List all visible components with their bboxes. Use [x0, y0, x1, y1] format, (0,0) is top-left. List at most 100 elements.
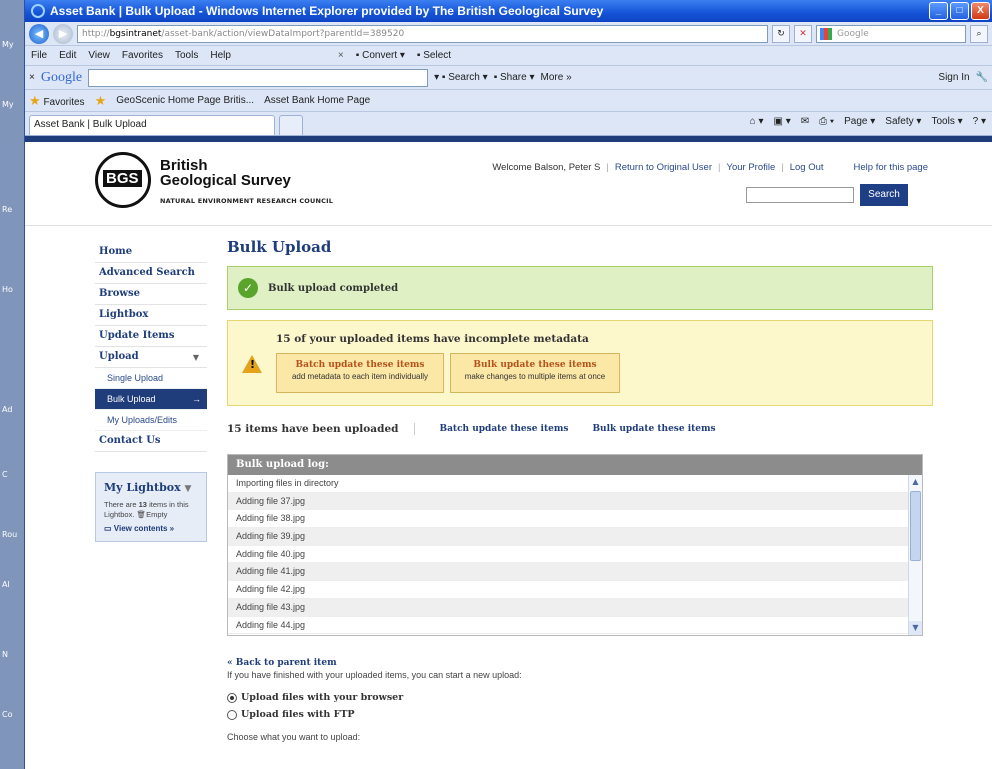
- close-toolbar-icon[interactable]: ×: [338, 50, 344, 61]
- radio-unselected-icon[interactable]: [227, 709, 237, 720]
- chevron-down-icon: ▼: [192, 352, 199, 362]
- home-icon[interactable]: ⌂ ▾: [750, 116, 764, 127]
- scroll-down-icon[interactable]: ▼: [909, 621, 922, 635]
- bgs-logo-icon[interactable]: [95, 152, 151, 208]
- user-links: Welcome Balson, Peter S | Return to Orig…: [492, 162, 928, 173]
- page-title: Bulk Upload: [227, 238, 332, 256]
- google-search-input[interactable]: [88, 68, 429, 87]
- star-icon: ★: [29, 92, 41, 108]
- site-search-input[interactable]: [746, 187, 854, 203]
- forward-icon[interactable]: ▶: [53, 23, 73, 44]
- scroll-thumb[interactable]: [910, 491, 921, 561]
- radio-selected-icon[interactable]: [227, 692, 237, 703]
- maximize-button[interactable]: □: [950, 2, 969, 20]
- radio-upload-ftp[interactable]: Upload files with FTP: [227, 709, 933, 720]
- bulk-update-button[interactable]: Bulk update these items make changes to …: [450, 353, 620, 393]
- add-favorites-icon[interactable]: ★: [95, 93, 107, 109]
- upload-log: Bulk upload log: Importing files in dire…: [227, 454, 923, 636]
- window-titlebar[interactable]: Asset Bank | Bulk Upload - Windows Inter…: [25, 0, 992, 22]
- minimize-button[interactable]: _: [929, 2, 948, 20]
- menu-tools[interactable]: Tools: [175, 50, 198, 61]
- google-search-label: Search: [448, 72, 480, 83]
- your-profile-link[interactable]: Your Profile: [726, 162, 775, 173]
- page-menu[interactable]: Page ▾: [844, 116, 875, 127]
- metadata-warning: 15 of your uploaded items have incomplet…: [227, 320, 933, 406]
- favorite-link-asset-bank[interactable]: Asset Bank Home Page: [264, 95, 370, 106]
- print-icon[interactable]: ⎙ ▾: [819, 116, 834, 127]
- wrench-icon[interactable]: 🔧: [976, 72, 988, 83]
- return-to-user-link[interactable]: Return to Original User: [615, 162, 712, 173]
- nav-home[interactable]: Home: [95, 242, 207, 263]
- log-row: Adding file 41.jpg: [228, 563, 922, 582]
- menu-help[interactable]: Help: [210, 50, 231, 61]
- log-out-link[interactable]: Log Out: [790, 162, 824, 173]
- favorite-link-geoscenic[interactable]: GeoScenic Home Page Britis...: [116, 95, 254, 106]
- bulk-update-link[interactable]: Bulk update these items: [592, 424, 715, 434]
- log-scrollbar[interactable]: ▲ ▼: [908, 475, 922, 635]
- batch-update-button[interactable]: Batch update these items add metadata to…: [276, 353, 444, 393]
- safety-menu-label: Safety: [885, 116, 914, 127]
- log-body[interactable]: Importing files in directory Adding file…: [228, 475, 922, 635]
- sidebar-nav: Home Advanced Search Browse Lightbox Upd…: [95, 242, 207, 542]
- log-row: Adding file 38.jpg: [228, 510, 922, 529]
- url-field[interactable]: http://bgsintranet/asset-bank/action/vie…: [77, 24, 768, 43]
- empty-lightbox-label: Empty: [146, 510, 168, 519]
- desktop-icon-label: Ad: [2, 405, 13, 414]
- nav-advanced-search[interactable]: Advanced Search: [95, 263, 207, 284]
- close-google-toolbar-icon[interactable]: ×: [29, 72, 35, 83]
- google-search-button[interactable]: ▾ ▪ Search ▾: [434, 72, 488, 83]
- help-icon[interactable]: ? ▾: [973, 116, 986, 127]
- nav-my-uploads[interactable]: My Uploads/Edits: [95, 410, 207, 431]
- close-button[interactable]: X: [971, 2, 990, 20]
- scroll-up-icon[interactable]: ▲: [909, 475, 922, 489]
- favorites-button[interactable]: ★ Favorites: [29, 93, 85, 109]
- search-icon[interactable]: ⌕: [970, 24, 988, 43]
- mail-icon[interactable]: ✉: [801, 116, 809, 127]
- safety-menu[interactable]: Safety ▾: [885, 116, 921, 127]
- select-button[interactable]: ▪ Select: [417, 50, 451, 61]
- log-title: Bulk upload log:: [228, 455, 922, 475]
- google-share-button[interactable]: ▪ Share ▾: [494, 72, 535, 83]
- back-to-parent-link[interactable]: « Back to parent item: [227, 658, 933, 668]
- browser-search-input[interactable]: Google: [816, 24, 966, 43]
- favorites-label: Favorites: [43, 96, 85, 108]
- site-header: British Geological Survey NATURAL ENVIRO…: [25, 142, 992, 226]
- site-search-button[interactable]: Search: [860, 184, 908, 206]
- choose-upload-text: Choose what you want to upload:: [227, 732, 361, 742]
- menu-favorites[interactable]: Favorites: [122, 50, 163, 61]
- empty-lightbox-link[interactable]: 🗑Empty: [137, 510, 168, 519]
- desktop-icon-label: My: [2, 40, 14, 49]
- nav-browse[interactable]: Browse: [95, 284, 207, 305]
- desktop-icon-label: Al: [2, 580, 10, 589]
- menu-view[interactable]: View: [88, 50, 110, 61]
- bulk-update-title: Bulk update these items: [473, 360, 597, 370]
- new-tab-button[interactable]: [279, 115, 303, 135]
- radio-upload-browser[interactable]: Upload files with your browser: [227, 692, 933, 703]
- convert-button[interactable]: ▪ Convert ▾: [356, 50, 405, 61]
- log-row: Adding file 44.jpg: [228, 617, 922, 635]
- google-more-button[interactable]: More »: [541, 72, 572, 83]
- nav-lightbox[interactable]: Lightbox: [95, 305, 207, 326]
- tools-menu[interactable]: Tools ▾: [931, 116, 962, 127]
- nav-upload[interactable]: Upload ▼: [95, 347, 207, 368]
- menu-edit[interactable]: Edit: [59, 50, 76, 61]
- stop-icon[interactable]: ✕: [794, 24, 812, 43]
- convert-label: Convert: [362, 50, 398, 61]
- back-icon[interactable]: ◀: [29, 23, 49, 44]
- window-title: Asset Bank | Bulk Upload - Windows Inter…: [50, 4, 604, 18]
- nav-update-items[interactable]: Update Items: [95, 326, 207, 347]
- nav-contact-us[interactable]: Contact Us: [95, 431, 207, 452]
- nav-bulk-upload[interactable]: Bulk Upload: [95, 389, 207, 410]
- batch-update-link[interactable]: Batch update these items: [439, 424, 568, 434]
- feeds-icon[interactable]: ▣ ▾: [774, 116, 791, 127]
- google-sign-in-link[interactable]: Sign In: [938, 72, 969, 83]
- nav-single-upload[interactable]: Single Upload: [95, 368, 207, 389]
- menu-bar: File Edit View Favorites Tools Help × ▪ …: [25, 46, 992, 66]
- view-contents-link[interactable]: ▭ View contents »: [104, 524, 198, 533]
- help-link[interactable]: Help for this page: [854, 162, 928, 173]
- tab-asset-bank[interactable]: Asset Bank | Bulk Upload: [29, 115, 275, 135]
- url-host: bgsintranet: [109, 28, 162, 39]
- refresh-icon[interactable]: ↻: [772, 24, 790, 43]
- menu-file[interactable]: File: [31, 50, 47, 61]
- lightbox-title[interactable]: My Lightbox ▼: [104, 481, 198, 494]
